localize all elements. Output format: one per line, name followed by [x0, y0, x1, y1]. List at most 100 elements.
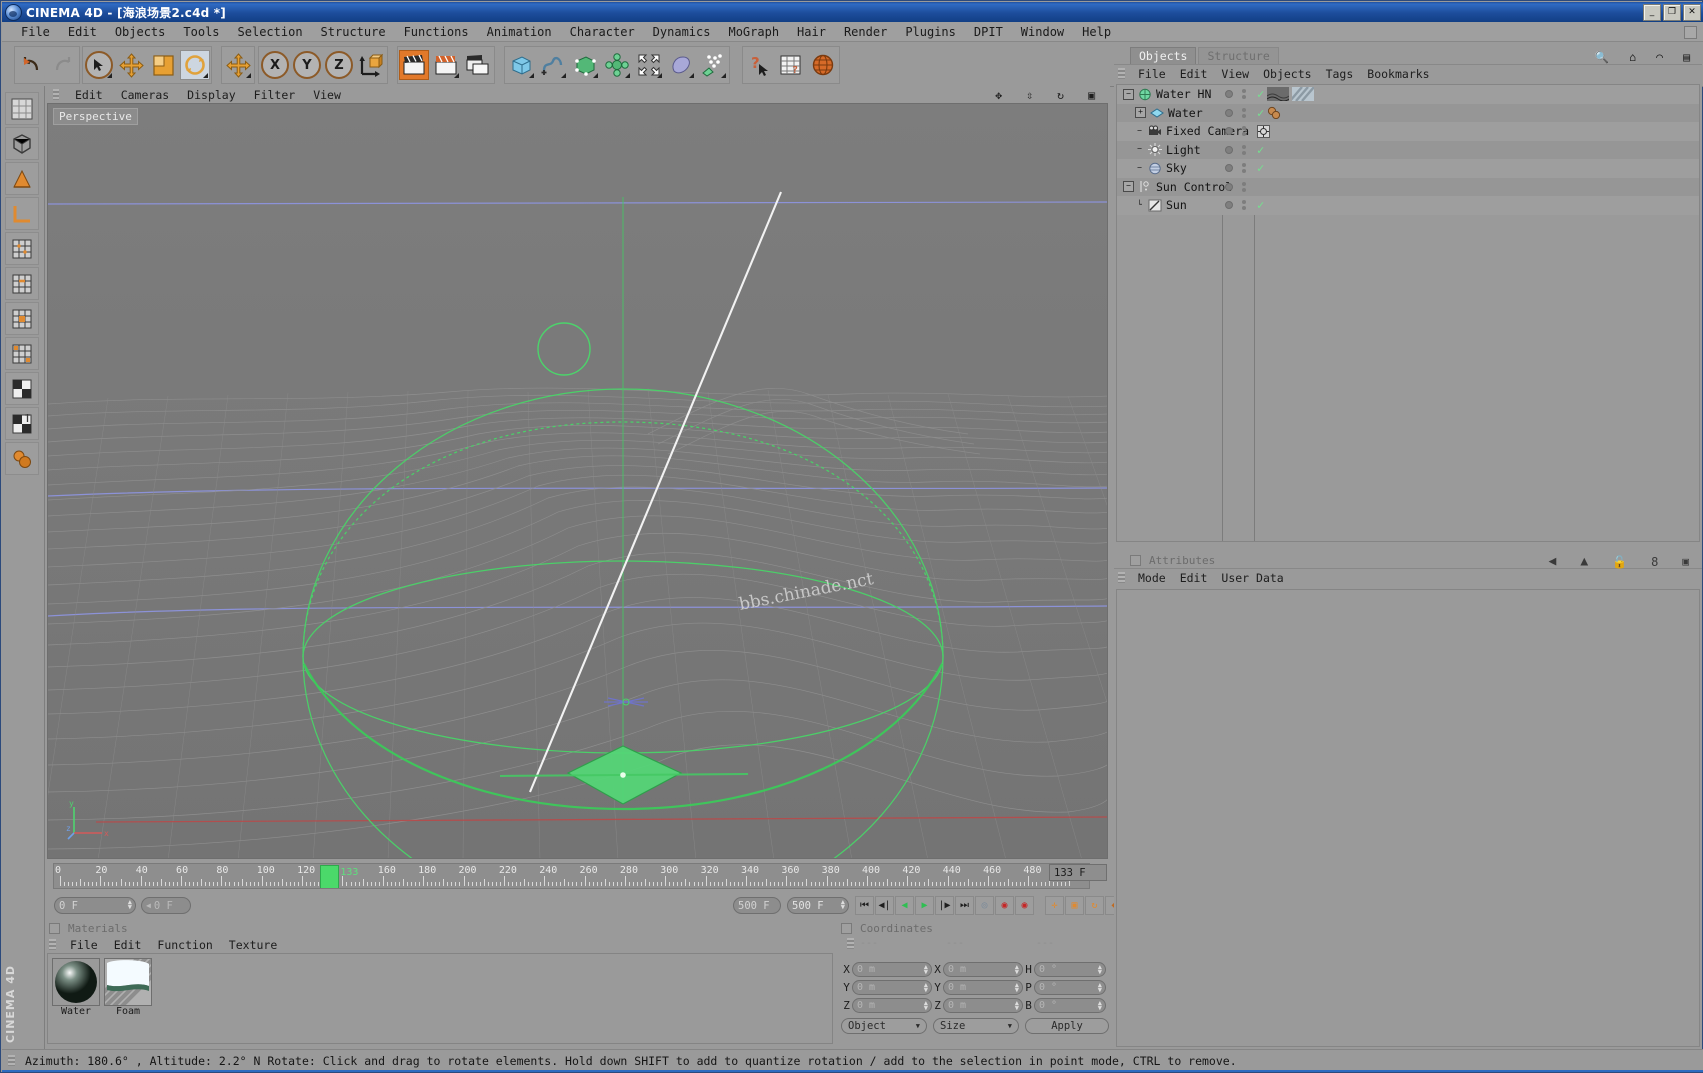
add-array-button[interactable]	[602, 50, 632, 80]
tool-submenu-arrow[interactable]	[625, 73, 630, 78]
layout-icon[interactable]: ▤	[1676, 50, 1697, 64]
rotation-key-button[interactable]: ↻	[1085, 896, 1104, 915]
rot-h-field[interactable]: 0 ° ▲▼	[1034, 962, 1106, 977]
tab-objects[interactable]: Objects	[1130, 47, 1196, 64]
attributes-content[interactable]	[1116, 589, 1700, 1047]
pos-y-field[interactable]: 0 m ▲▼	[852, 980, 932, 995]
add-particles-button[interactable]	[698, 50, 728, 80]
tool-submenu-arrow[interactable]	[689, 73, 694, 78]
texture-mode-button[interactable]	[5, 162, 39, 195]
size-z-field[interactable]: 0 m ▲▼	[943, 998, 1023, 1013]
spinner-icon[interactable]: ▲▼	[1015, 965, 1019, 975]
om-menu-tags[interactable]: Tags	[1319, 67, 1361, 81]
visibility-dots[interactable]	[1225, 89, 1246, 99]
materials-list[interactable]: Water Foam	[47, 953, 833, 1044]
maximize-icon[interactable]: ▣	[1079, 88, 1104, 102]
expander-icon[interactable]: −	[1123, 181, 1134, 192]
editor-visibility-dot[interactable]	[1225, 90, 1233, 98]
visibility-dots[interactable]	[1225, 126, 1246, 136]
table-row[interactable]: − Sky ✓	[1117, 159, 1699, 178]
live-selection-tool[interactable]	[84, 50, 114, 80]
render-visibility-dots[interactable]	[1242, 108, 1246, 118]
panel-grip-icon[interactable]	[53, 89, 59, 100]
tool-submenu-arrow[interactable]	[246, 73, 251, 78]
menu-item-dpit[interactable]: DPIT	[965, 24, 1012, 40]
visibility-dots[interactable]	[1225, 200, 1246, 210]
viewport-menu-cameras[interactable]: Cameras	[112, 88, 178, 102]
add-cube-button[interactable]	[506, 50, 536, 80]
menu-item-plugins[interactable]: Plugins	[896, 24, 965, 40]
panel-grip-icon[interactable]	[1118, 572, 1125, 583]
eye-icon[interactable]: ◠	[1649, 50, 1670, 64]
render-visibility-dots[interactable]	[1242, 145, 1246, 155]
texture-tag-icon[interactable]	[1267, 87, 1289, 101]
dynamics-tag-icon[interactable]	[1267, 106, 1281, 119]
render-settings-button[interactable]	[463, 50, 493, 80]
panel-grip-icon[interactable]	[1118, 68, 1125, 79]
back-arrow-icon[interactable]: ◀	[1542, 554, 1564, 569]
undo-button[interactable]	[16, 50, 46, 80]
tool-submenu-arrow[interactable]	[107, 73, 112, 78]
viewport-menu-edit[interactable]: Edit	[66, 88, 112, 102]
attr-menu-mode[interactable]: Mode	[1131, 571, 1173, 585]
spinner-icon[interactable]: ▲▼	[1098, 965, 1102, 975]
panel-menu-icon[interactable]	[841, 923, 852, 934]
autokeying-button[interactable]: ◎	[975, 896, 994, 915]
menu-item-objects[interactable]: Objects	[106, 24, 175, 40]
menu-item-mograph[interactable]: MoGraph	[719, 24, 788, 40]
add-spline-button[interactable]	[538, 50, 568, 80]
scale-tool[interactable]	[148, 50, 178, 80]
tool-submenu-arrow[interactable]	[454, 73, 459, 78]
preview-end-field[interactable]: 500 F	[733, 897, 781, 914]
menu-item-selection[interactable]: Selection	[229, 24, 312, 40]
timeline-playhead[interactable]: 133	[320, 865, 339, 889]
preview-start-field[interactable]: ◀ 0 F	[141, 897, 191, 914]
spinner-icon[interactable]: ▲▼	[128, 900, 132, 910]
redo-button[interactable]	[48, 50, 78, 80]
panel-grip-icon[interactable]	[8, 1055, 15, 1066]
point-mode-button[interactable]	[5, 232, 39, 265]
pos-z-field[interactable]: 0 m ▲▼	[852, 998, 932, 1013]
materials-menu-function[interactable]: Function	[149, 938, 220, 952]
minimize-button[interactable]: _	[1643, 4, 1661, 21]
spinner-icon[interactable]: ▲▼	[1098, 983, 1102, 993]
editor-visibility-dot[interactable]	[1225, 183, 1233, 191]
render-visibility-dots[interactable]	[1242, 163, 1246, 173]
play-forwards-button[interactable]: ▶	[915, 896, 934, 915]
expander-icon[interactable]: −	[1123, 89, 1134, 100]
content-browser-button[interactable]: ?	[776, 50, 806, 80]
panel-grip-icon[interactable]	[49, 939, 56, 950]
menu-item-file[interactable]: File	[12, 24, 59, 40]
lock-icon[interactable]: 🔓	[1605, 555, 1634, 569]
panel-grip-icon[interactable]	[847, 938, 854, 949]
uv-polygons-button[interactable]	[5, 407, 39, 440]
model-mode-button[interactable]	[5, 127, 39, 160]
rotate-icon[interactable]: ↻	[1048, 88, 1073, 102]
spinner-icon[interactable]: ▲▼	[924, 965, 928, 975]
tool-submenu-arrow[interactable]	[657, 73, 662, 78]
size-y-field[interactable]: 0 m ▲▼	[943, 980, 1023, 995]
table-row[interactable]: └ Sun ✓	[1117, 196, 1699, 215]
menu-item-help[interactable]: Help	[1073, 24, 1120, 40]
max-frame-field[interactable]: 500 F ▲▼	[787, 897, 849, 914]
render-visibility-dots[interactable]	[1242, 89, 1246, 99]
tag-cell[interactable]: ✓	[1257, 198, 1264, 212]
render-view-button[interactable]	[399, 50, 429, 80]
material-preview-foam[interactable]	[104, 958, 152, 1006]
keyframe-selection-button[interactable]: ◉	[1015, 896, 1034, 915]
menu-item-hair[interactable]: Hair	[788, 24, 835, 40]
render-region-button[interactable]	[431, 50, 461, 80]
attr-menu-edit[interactable]: Edit	[1173, 571, 1215, 585]
table-row[interactable]: + Water ✓	[1117, 104, 1699, 123]
add-nurbs-button[interactable]	[570, 50, 600, 80]
spinner-icon[interactable]: ▲▼	[841, 900, 845, 910]
materials-menu-texture[interactable]: Texture	[221, 938, 285, 952]
coordinate-size-dropdown[interactable]: Size ▼	[933, 1018, 1019, 1034]
viewport-menu-display[interactable]: Display	[178, 88, 244, 102]
move-tool-2[interactable]	[223, 50, 253, 80]
make-editable-button[interactable]	[5, 92, 39, 125]
next-key-button[interactable]: |▶	[935, 896, 954, 915]
tool-submenu-arrow[interactable]	[593, 73, 598, 78]
tag-cell[interactable]: ✓	[1257, 161, 1264, 175]
menu-item-character[interactable]: Character	[561, 24, 644, 40]
